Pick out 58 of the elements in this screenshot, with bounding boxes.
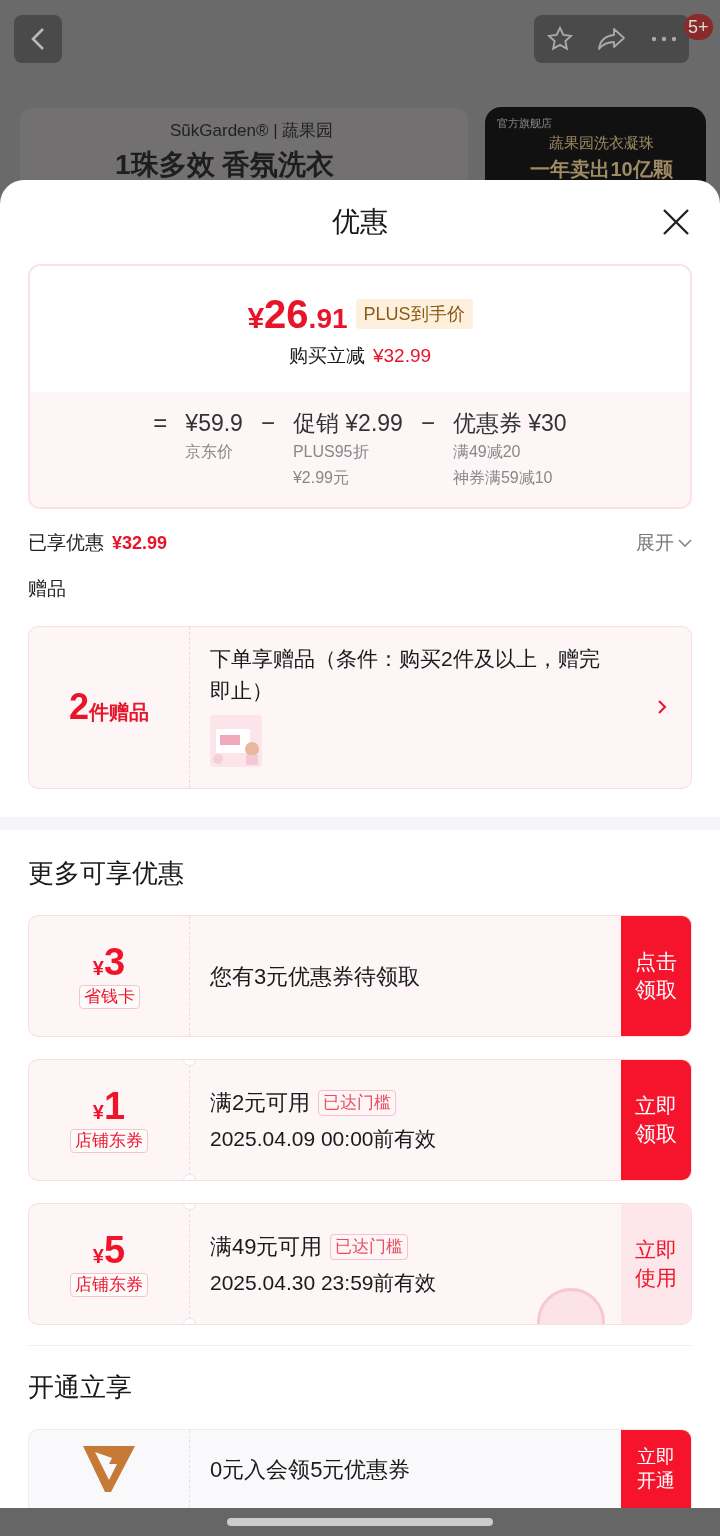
ad-line: 一年卖出10亿颗 [530, 157, 673, 182]
coupon-action-button[interactable]: 点击领取 [621, 916, 691, 1037]
ad-store-label: 官方旗舰店 [497, 116, 553, 131]
saving-label: 购买立减 [288, 344, 365, 369]
enjoyed-label: 已享优惠 [28, 530, 104, 555]
final-price: ¥26.91 [247, 294, 348, 335]
coupon-title: 满2元可用 [210, 1089, 311, 1118]
membership-heading: 开通立享 [28, 1371, 133, 1405]
more-icon[interactable] [651, 36, 678, 42]
coupon-amount: ¥3 [92, 943, 126, 982]
operator-sign: = [153, 408, 168, 439]
ad-line: 蔬果园洗衣凝珠 [549, 132, 654, 153]
threshold-tag: 已达门槛 [318, 1089, 397, 1116]
enjoyed-amount: ¥32.99 [112, 531, 168, 555]
breakdown-amount: 优惠券 ¥30 [452, 409, 567, 439]
brand-v-logo-icon [83, 1446, 135, 1495]
coupon-type-tag: 店铺东券 [70, 1129, 148, 1154]
chevron-icon [678, 538, 692, 548]
close-icon [662, 208, 690, 236]
operator-sign: − [420, 408, 435, 439]
breakdown-note: PLUS95折 [292, 442, 370, 463]
breakdown-amount: 促销 ¥2.99 [292, 409, 403, 439]
back-button[interactable] [14, 15, 62, 63]
gift-count: 2件赠品 [69, 685, 149, 730]
sheet-title: 优惠 [332, 205, 388, 240]
coupon-validity: 2025.04.30 23:59前有效 [210, 1270, 438, 1297]
coupon-title: 您有3元优惠券待领取 [210, 963, 421, 991]
notification-badge: 5+ [684, 14, 713, 40]
gifts-heading: 赠品 [28, 577, 67, 602]
plus-price-tag: PLUS到手价 [355, 299, 473, 330]
coupon-action-button[interactable]: 立即领取 [621, 1060, 691, 1181]
share-icon[interactable] [597, 26, 628, 52]
operator-sign: − [260, 408, 275, 439]
gift-card[interactable]: 2件赠品 下单享赠品（条件：购买2件及以上，赠完即止） [28, 625, 692, 789]
saving-amount: ¥32.99 [372, 344, 432, 369]
back-icon [31, 27, 45, 51]
coupon-validity: 2025.04.09 00:00前有效 [210, 1126, 438, 1153]
chevron-right-icon [657, 699, 667, 716]
breakdown-note: 满49减20 [452, 442, 522, 463]
coupon-type-tag: 省钱卡 [78, 985, 140, 1010]
star-icon[interactable] [545, 25, 574, 53]
banner-headline: 1珠多效 香氛洗衣 [115, 148, 335, 182]
threshold-tag: 已达门槛 [330, 1233, 409, 1260]
more-offers-heading: 更多可享优惠 [28, 857, 185, 891]
brand-logo-text: SũkGarden® | 蔬果园 [170, 120, 334, 142]
gift-condition: 下单享赠品（条件：购买2件及以上，赠完即止） [210, 645, 601, 704]
coupon-action-button[interactable]: 立即使用 [621, 1204, 691, 1325]
breakdown-note: ¥2.99元 [292, 468, 350, 489]
join-button[interactable]: 立即开通 [621, 1430, 691, 1508]
membership-offer-text: 0元入会领5元优惠券 [209, 1455, 412, 1484]
coupon-amount: ¥5 [92, 1231, 126, 1270]
coupon-amount: ¥1 [92, 1087, 126, 1126]
expand-toggle[interactable]: 展开 [636, 528, 692, 558]
breakdown-note: 神券满59减10 [452, 468, 554, 489]
breakdown-note: 京东价 [185, 442, 235, 463]
breakdown-amount: ¥59.9 [185, 409, 243, 439]
coupon-type-tag: 店铺东券 [70, 1273, 148, 1298]
coupon-title: 满49元可用 [210, 1233, 323, 1262]
